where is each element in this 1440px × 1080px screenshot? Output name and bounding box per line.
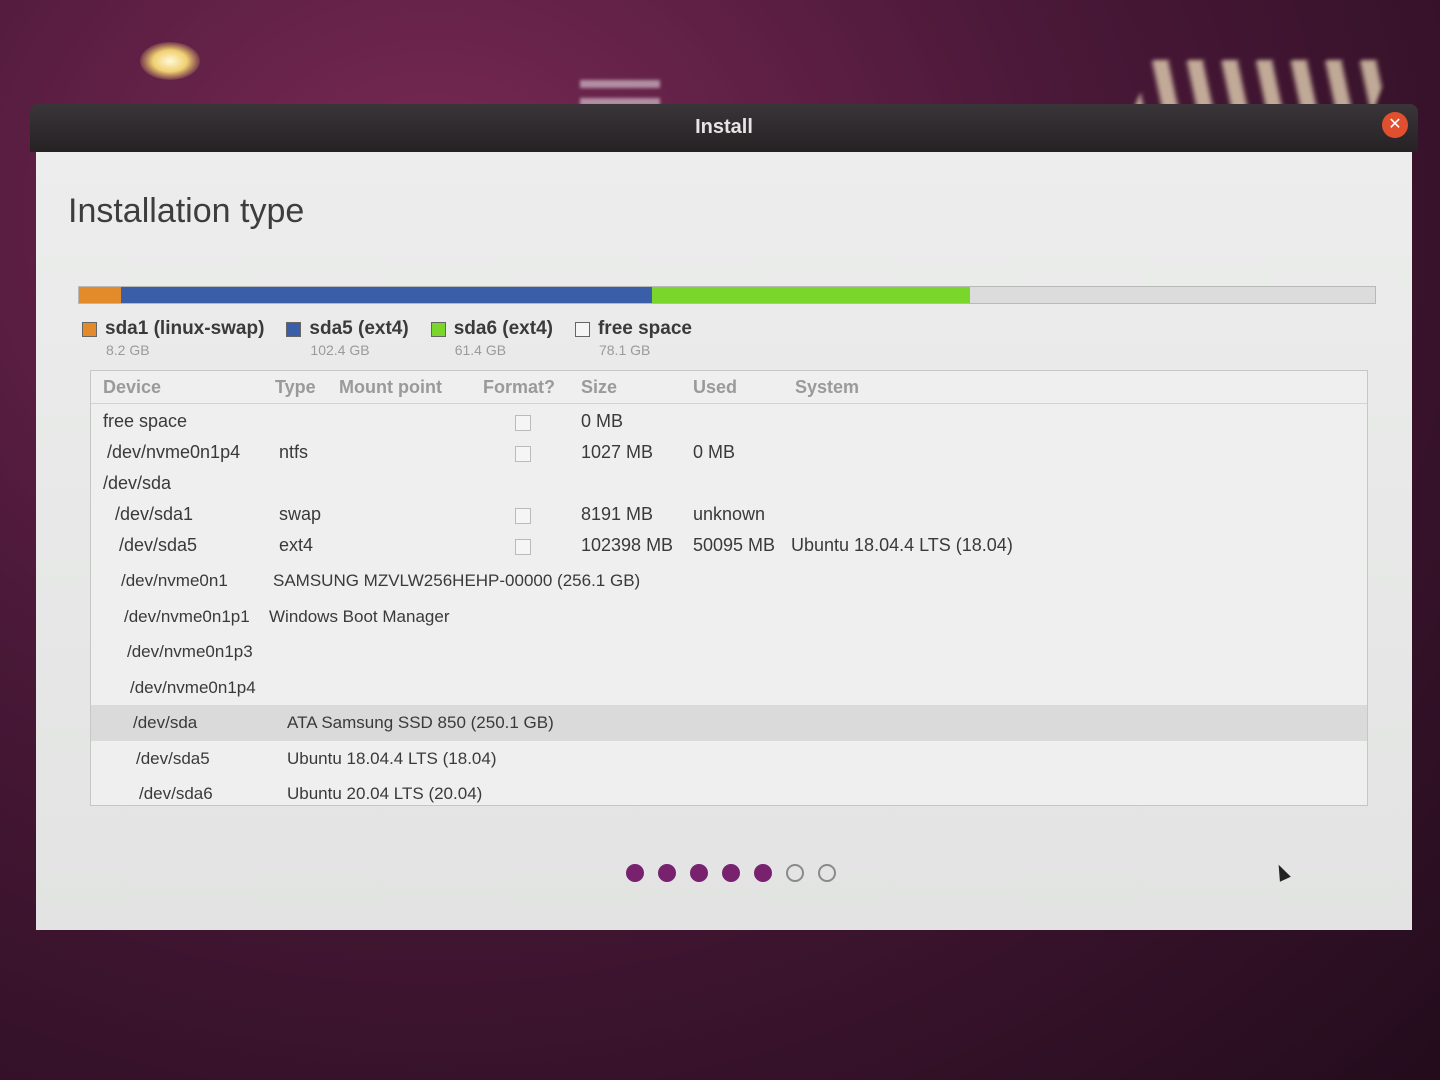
progress-dot <box>818 864 836 882</box>
boot-device-item[interactable]: /dev/sda5 Ubuntu 18.04.4 LTS (18.04) <box>91 741 1367 777</box>
header-mount-point[interactable]: Mount point <box>339 377 442 398</box>
legend-swatch <box>430 321 446 337</box>
legend-size: 8.2 GB <box>106 342 150 358</box>
boot-device-item[interactable]: /dev/nvme0n1p4 <box>91 670 1367 706</box>
cell-used: unknown <box>693 504 766 524</box>
cell-system: Ubuntu 18.04.4 LTS (18.04) <box>791 535 1013 555</box>
legend-item: sda1 (linux-swap) 8.2 GB <box>82 318 264 358</box>
close-icon: ✕ <box>1388 116 1402 133</box>
device-description: SAMSUNG MZVLW256HEHP-00000 (256.1 GB) <box>273 571 641 590</box>
header-type[interactable]: Type <box>275 377 316 398</box>
boot-device-item[interactable]: /dev/nvme0n1 SAMSUNG MZVLW256HEHP-00000 (… <box>91 563 1367 599</box>
progress-dot <box>722 864 740 882</box>
progress-dots <box>626 864 836 882</box>
cell-size: 0 MB <box>581 411 624 431</box>
legend-swatch <box>574 321 590 337</box>
partition-bar-segment-free <box>970 287 1375 303</box>
header-size[interactable]: Size <box>581 377 617 398</box>
device-name: /dev/nvme0n1 <box>121 571 228 590</box>
header-device[interactable]: Device <box>103 377 161 398</box>
legend-label: free space <box>597 318 692 339</box>
legend-label: sda1 (linux-swap) <box>105 318 265 339</box>
boot-device-item[interactable]: /dev/sda6 Ubuntu 20.04 LTS (20.04) <box>91 776 1367 812</box>
format-checkbox[interactable] <box>515 446 531 462</box>
window-title: Install <box>695 116 753 138</box>
cell-device: /dev/sda1 <box>115 504 194 524</box>
progress-dot <box>690 864 708 882</box>
partition-bar <box>78 286 1376 304</box>
cell-type: ext4 <box>279 535 314 555</box>
header-format[interactable]: Format? <box>483 377 555 398</box>
device-name: /dev/sda <box>133 713 198 732</box>
table-row[interactable]: /dev/sda1 swap 8191 MB unknown <box>91 500 1367 530</box>
format-checkbox[interactable] <box>515 539 531 555</box>
cell-type: ntfs <box>279 442 309 462</box>
device-name: /dev/sda6 <box>139 784 213 803</box>
cell-size: 8191 MB <box>581 504 654 524</box>
cell-type: swap <box>279 504 322 524</box>
table-row[interactable]: /dev/sda <box>91 469 1367 499</box>
table-row[interactable]: /dev/nvme0n1p4 ntfs 1027 MB 0 MB <box>91 438 1367 468</box>
cell-device: /dev/sda5 <box>119 535 198 555</box>
device-description: Windows Boot Manager <box>269 606 450 626</box>
progress-dot <box>754 864 772 882</box>
cell-device: /dev/sda <box>103 473 172 493</box>
legend-size: 102.4 GB <box>310 342 370 358</box>
cell-size: 102398 MB <box>581 535 674 555</box>
table-row[interactable]: /dev/sda5 ext4 102398 MB 50095 MB Ubuntu 18.… <box>91 531 1367 561</box>
device-description: Ubuntu 18.04.4 LTS (18.04) <box>287 748 497 768</box>
legend-item: sda6 (ext4) 61.4 GB <box>430 318 553 358</box>
partition-legend: sda1 (linux-swap) 8.2 GB sda5 (ext4) 102.4 … <box>82 318 692 358</box>
installer-content: Installation type sda1 (linux-swap) 8.2 G… <box>36 152 1412 930</box>
format-checkbox[interactable] <box>515 508 531 524</box>
partition-bar-segment-sda1 <box>79 287 122 303</box>
partition-bar-segment-sda6 <box>652 287 971 303</box>
legend-swatch <box>82 321 97 337</box>
device-name: /dev/nvme0n1p1 <box>124 606 250 626</box>
legend-size: 61.4 GB <box>454 342 507 358</box>
legend-item: free space 78.1 GB <box>574 318 692 358</box>
page-title: Installation type <box>68 192 305 230</box>
cell-device: /dev/nvme0n1p4 <box>107 442 241 462</box>
header-used[interactable]: Used <box>693 377 737 398</box>
progress-dot <box>658 864 676 882</box>
legend-label: sda5 (ext4) <box>309 318 409 339</box>
cell-device: free space <box>103 411 188 431</box>
partition-table: Device Type Mount point Format? Size Use… <box>90 370 1368 806</box>
progress-dot <box>786 864 804 882</box>
device-name: /dev/sda5 <box>136 748 210 768</box>
background-lamp-glare <box>140 42 200 80</box>
progress-dot <box>626 864 644 882</box>
mouse-cursor-icon <box>1273 862 1291 882</box>
legend-size: 78.1 GB <box>598 342 651 358</box>
boot-device-item[interactable]: /dev/nvme0n1p1 Windows Boot Manager <box>91 599 1367 635</box>
device-description: ATA Samsung SSD 850 (250.1 GB) <box>287 713 554 732</box>
cell-used: 50095 MB <box>693 535 776 555</box>
cell-used: 0 MB <box>693 442 736 462</box>
format-checkbox[interactable] <box>515 415 531 431</box>
legend-label: sda6 (ext4) <box>453 318 553 339</box>
partition-bar-segment-sda5 <box>121 287 653 303</box>
boot-device-item[interactable]: /dev/nvme0n1p3 <box>91 634 1367 670</box>
device-name: /dev/nvme0n1p4 <box>130 677 256 697</box>
legend-swatch <box>286 321 302 337</box>
table-row[interactable]: free space 0 MB <box>91 407 1367 437</box>
window-titlebar: Install ✕ <box>30 104 1418 152</box>
boot-device-item[interactable]: /dev/sda ATA Samsung SSD 850 (250.1 GB) <box>91 705 1367 741</box>
legend-item: sda5 (ext4) 102.4 GB <box>286 318 409 358</box>
device-name: /dev/nvme0n1p3 <box>127 642 253 661</box>
partition-table-header: Device Type Mount point Format? Size Use… <box>91 371 1367 404</box>
install-window: Install ✕ Installation type sda1 (linux-… <box>30 104 1418 930</box>
cell-size: 1027 MB <box>581 442 654 462</box>
header-system[interactable]: System <box>795 377 859 398</box>
close-button[interactable]: ✕ <box>1382 112 1408 138</box>
device-description: Ubuntu 20.04 LTS (20.04) <box>287 784 483 803</box>
